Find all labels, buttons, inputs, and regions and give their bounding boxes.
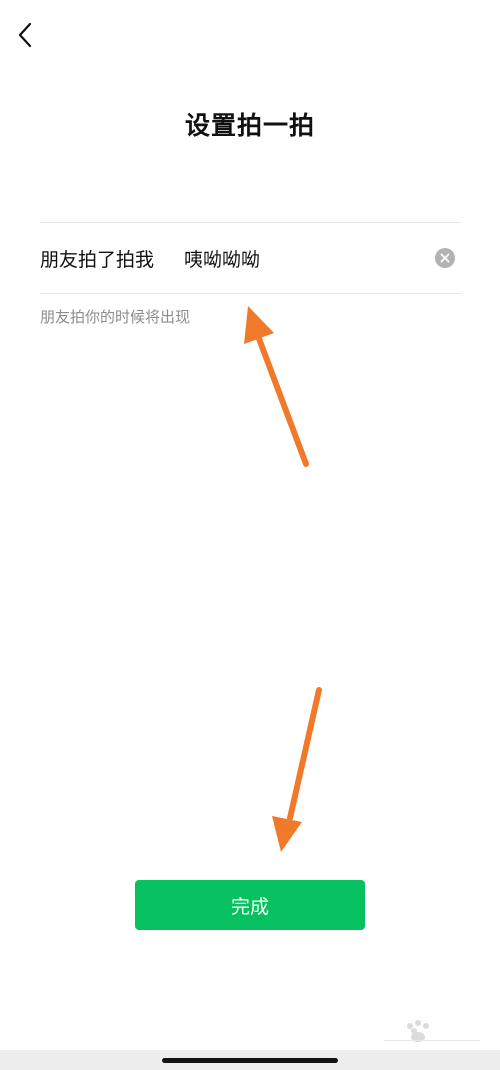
annotation-arrow-up	[244, 306, 309, 467]
pat-suffix-input[interactable]	[184, 247, 415, 269]
pat-prefix-label: 朋友拍了拍我	[40, 248, 155, 271]
clear-circle-icon	[440, 253, 450, 263]
annotation-arrow-down	[272, 687, 322, 852]
pat-setting-row: 朋友拍了拍我	[40, 223, 461, 293]
page-title: 设置拍一拍	[184, 111, 315, 140]
back-button[interactable]	[8, 18, 42, 52]
done-button[interactable]: 完成	[135, 880, 365, 930]
clear-button[interactable]	[435, 248, 455, 268]
divider-bottom	[40, 293, 461, 294]
hint-text: 朋友拍你的时候将出现	[40, 308, 191, 326]
home-indicator[interactable]	[162, 1058, 338, 1063]
chevron-left-icon	[18, 22, 32, 48]
